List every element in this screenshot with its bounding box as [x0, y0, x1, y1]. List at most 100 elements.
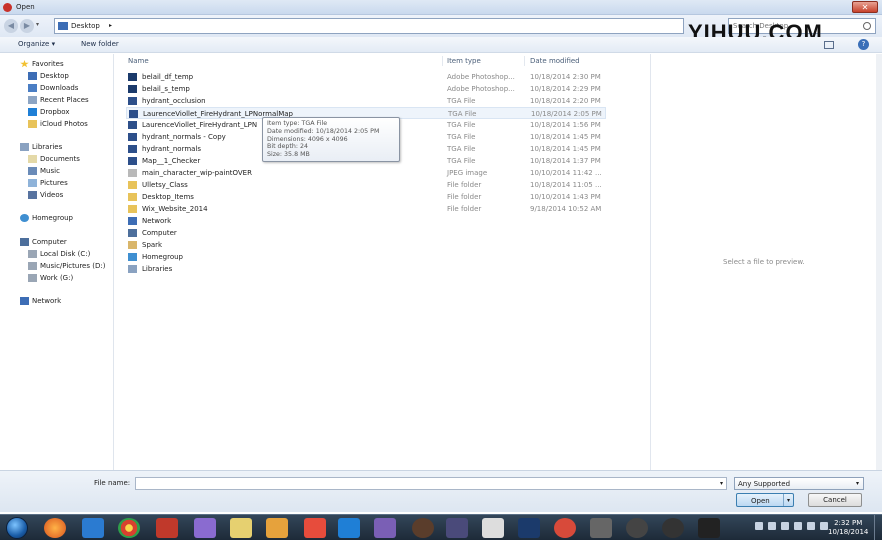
volume-icon[interactable] — [794, 522, 802, 530]
app-icon[interactable] — [554, 518, 576, 538]
sidebar-computer-label: Computer — [32, 238, 67, 246]
file-type: TGA File — [448, 110, 477, 118]
file-row[interactable]: Network — [126, 215, 606, 227]
file-row[interactable]: Homegroup — [126, 251, 606, 263]
sidebar-computer[interactable]: Computer — [20, 238, 67, 246]
new-folder-button[interactable]: New folder — [81, 40, 119, 48]
star-icon — [20, 60, 29, 68]
file-row[interactable]: belail_s_temp Adobe Photoshop... 10/18/2… — [126, 83, 606, 95]
file-date: 10/18/2014 2:20 PM — [530, 97, 601, 105]
sidebar-homegroup[interactable]: Homegroup — [20, 214, 73, 222]
file-row[interactable]: Libraries — [126, 263, 606, 275]
show-desktop-button[interactable] — [874, 515, 882, 540]
open-options-chevron-icon[interactable]: ▾ — [787, 497, 790, 504]
file-row[interactable]: belail_df_temp Adobe Photoshop... 10/18/… — [126, 71, 606, 83]
window-title: Open — [16, 3, 35, 11]
file-type-select[interactable]: Any Supported ▾ — [734, 477, 864, 490]
filezilla-icon[interactable] — [156, 518, 178, 538]
file-name: hydrant_normals - Copy — [142, 133, 226, 141]
address-box[interactable]: Desktop ▸ — [54, 18, 684, 34]
sidebar-item-label: Pictures — [40, 179, 68, 187]
tray-arrow-icon[interactable] — [755, 522, 763, 530]
column-divider[interactable] — [442, 56, 443, 66]
organize-button[interactable]: Organize ▾ — [18, 40, 55, 48]
file-row[interactable]: Spark — [126, 239, 606, 251]
column-divider[interactable] — [524, 56, 525, 66]
breadcrumb-chevron-icon[interactable]: ▸ — [109, 22, 112, 29]
chrome-icon[interactable] — [118, 518, 140, 538]
tooltip-line: Dimensions: 4096 x 4096 — [267, 135, 348, 143]
file-row[interactable]: main_character_wip-paintOVER JPEG image … — [126, 167, 606, 179]
recent-pages-dropdown[interactable]: ▾ — [36, 21, 39, 28]
app-icon[interactable] — [374, 518, 396, 538]
sidebar-item-dropbox[interactable]: Dropbox — [28, 108, 70, 116]
sidebar-item-pictures[interactable]: Pictures — [28, 179, 68, 187]
app-icon[interactable] — [446, 518, 468, 538]
media-player-icon[interactable] — [266, 518, 288, 538]
tga-icon — [128, 145, 137, 153]
libraries-icon — [20, 143, 29, 151]
firefox-icon[interactable] — [44, 518, 66, 538]
sidebar-item-documents[interactable]: Documents — [28, 155, 80, 163]
column-header-date[interactable]: Date modified — [530, 57, 580, 65]
sidebar-item-local-disk[interactable]: Local Disk (C:) — [28, 250, 90, 258]
file-name: Libraries — [142, 265, 173, 273]
tray-app-icon[interactable] — [820, 522, 828, 530]
view-options-icon[interactable] — [824, 41, 834, 49]
sidebar-item-downloads[interactable]: Downloads — [28, 84, 78, 92]
file-row[interactable]: hydrant_occlusion TGA File 10/18/2014 2:… — [126, 95, 606, 107]
back-button[interactable]: ◀ — [4, 19, 18, 33]
monitor-icon[interactable] — [781, 522, 789, 530]
sidebar-item-label: Videos — [40, 191, 64, 199]
file-row[interactable]: Computer — [126, 227, 606, 239]
clock[interactable]: 2:32 PM 10/18/2014 — [828, 519, 868, 537]
sidebar-libraries[interactable]: Libraries — [20, 143, 62, 151]
file-type: Adobe Photoshop... — [447, 73, 515, 81]
forward-button[interactable]: ▶ — [20, 19, 34, 33]
app-icon[interactable] — [412, 518, 434, 538]
sidebar-libraries-label: Libraries — [32, 143, 63, 151]
column-header-name[interactable]: Name — [128, 57, 149, 65]
file-type-value: Any Supported — [738, 480, 791, 488]
breadcrumb-desktop[interactable]: Desktop — [71, 22, 100, 30]
ie-icon[interactable] — [82, 518, 104, 538]
app-icon[interactable] — [626, 518, 648, 538]
sidebar-item-music-pictures-drive[interactable]: Music/Pictures (D:) — [28, 262, 105, 270]
sidebar-item-videos[interactable]: Videos — [28, 191, 63, 199]
chevron-down-icon[interactable]: ▾ — [720, 480, 723, 487]
close-button[interactable]: ✕ — [852, 1, 878, 13]
sidebar-item-icloud-photos[interactable]: iCloud Photos — [28, 120, 88, 128]
app-icon[interactable] — [304, 518, 326, 538]
app-icon[interactable] — [662, 518, 684, 538]
photoshop-icon[interactable] — [518, 518, 540, 538]
vertical-scrollbar[interactable] — [876, 54, 882, 470]
file-name-input[interactable] — [139, 478, 699, 489]
zbrush-icon[interactable] — [482, 518, 504, 538]
explorer-icon[interactable] — [230, 518, 252, 538]
clock-date: 10/18/2014 — [828, 528, 869, 536]
sidebar-favorites[interactable]: Favorites — [20, 60, 64, 68]
sidebar-item-desktop[interactable]: Desktop — [28, 72, 69, 80]
file-row[interactable]: Wix_Website_2014 File folder 9/18/2014 1… — [126, 203, 606, 215]
sidebar-item-work-drive[interactable]: Work (G:) — [28, 274, 73, 282]
dropbox-icon[interactable] — [338, 518, 360, 538]
app-icon[interactable] — [698, 518, 720, 538]
system-tray — [755, 522, 828, 530]
flag-icon[interactable] — [768, 522, 776, 530]
file-row[interactable]: Desktop_Items File folder 10/10/2014 1:4… — [126, 191, 606, 203]
network-tray-icon[interactable] — [807, 522, 815, 530]
sidebar-network[interactable]: Network — [20, 297, 61, 305]
file-name-field[interactable]: ▾ — [135, 477, 727, 490]
start-button[interactable] — [6, 517, 28, 539]
open-button[interactable]: Open ▾ — [736, 493, 794, 507]
taskbar: 2:32 PM 10/18/2014 — [0, 514, 882, 540]
sidebar-item-recent-places[interactable]: Recent Places — [28, 96, 89, 104]
app-icon[interactable] — [590, 518, 612, 538]
computer-icon — [128, 229, 137, 237]
cancel-button[interactable]: Cancel — [808, 493, 862, 507]
app-icon[interactable] — [194, 518, 216, 538]
help-icon[interactable]: ? — [858, 39, 869, 50]
sidebar-item-music[interactable]: Music — [28, 167, 60, 175]
column-header-type[interactable]: Item type — [447, 57, 481, 65]
file-row[interactable]: Ulletsy_Class File folder 10/18/2014 11:… — [126, 179, 606, 191]
